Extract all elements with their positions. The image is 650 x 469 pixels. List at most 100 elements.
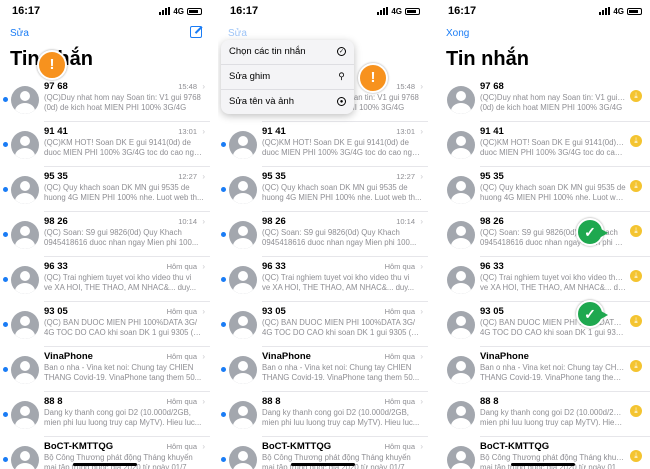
- menu-item-edit-pins[interactable]: Sửa ghim ⚲: [221, 65, 354, 90]
- message-row[interactable]: 98 26 10:14 › (QC) Soan: S9 gui 9826(0d) Qu…: [0, 215, 210, 260]
- message-preview-line: THANG Covid-19. VinaPhone tang them 50..…: [480, 373, 626, 382]
- row-divider: [44, 436, 210, 437]
- pin-toggle-icon[interactable]: ⤓: [630, 315, 642, 327]
- pin-toggle-icon[interactable]: ⤓: [630, 180, 642, 192]
- edit-button[interactable]: Sửa: [10, 28, 29, 39]
- message-row[interactable]: 88 8 Hôm qua › Dang ky thanh cong goi D2 (1…: [0, 395, 210, 440]
- status-time: 16:17: [448, 5, 477, 17]
- message-row[interactable]: 95 35 12:27 › (QC) Quy khach soan DK MN gui…: [0, 170, 210, 215]
- warning-icon: !: [358, 63, 388, 93]
- row-divider: [262, 121, 428, 122]
- status-bar: 16:17 4G: [218, 0, 428, 22]
- message-time: 10:14: [396, 217, 415, 226]
- home-indicator: [73, 463, 137, 466]
- unread-dot-icon: [3, 367, 8, 372]
- chevron-right-icon: ›: [420, 352, 423, 361]
- message-row[interactable]: 96 33 Hôm qua › (QC) Trai nghiem tuyet voi …: [0, 260, 210, 305]
- pin-toggle-icon[interactable]: ⤓: [630, 225, 642, 237]
- avatar-icon: [447, 311, 475, 339]
- message-preview: Bộ Công Thương phát động Tháng khuyến mại…: [44, 453, 204, 469]
- unread-dot-icon: [3, 322, 8, 327]
- message-row[interactable]: 93 05 Hôm qua › (QC) BAN DUOC MIEN PHI 100%…: [0, 305, 210, 350]
- message-sender: 98 26: [262, 216, 286, 227]
- message-preview-line: (QC)KM HOT! Soan DK E gui 9141(0d) de: [44, 138, 191, 147]
- compose-icon[interactable]: [190, 26, 202, 38]
- message-row[interactable]: 96 33 ⤓ (QC) Trai nghiem tuyet voi kho vid…: [436, 260, 650, 305]
- message-row[interactable]: 97 68 ⤓ (QC)Duy nhat hom nay Soan tin: V1 …: [436, 80, 650, 125]
- message-time: Hôm qua: [384, 442, 415, 451]
- message-sender: 98 26: [44, 216, 68, 227]
- menu-item-select-messages[interactable]: Chọn các tin nhắn ✓: [221, 40, 354, 65]
- message-row[interactable]: 88 8 ⤓ Dang ky thanh cong goi D2 (10.000d/…: [436, 395, 650, 440]
- message-sender: BoCT-KMTTQG: [262, 441, 332, 452]
- message-sender: 96 33: [44, 261, 68, 272]
- menu-item-label: Chọn các tin nhắn: [229, 46, 306, 57]
- message-preview-line: duoc MIEN PHI 100% 3G/4G toc do cao nga.…: [262, 148, 422, 157]
- message-row[interactable]: 91 41 13:01 › (QC)KM HOT! Soan DK E gui 914…: [0, 125, 210, 170]
- pin-toggle-icon[interactable]: ⤓: [630, 360, 642, 372]
- unread-dot-icon: [3, 232, 8, 237]
- chevron-right-icon: ›: [202, 307, 205, 316]
- menu-item-edit-name-photo[interactable]: Sửa tên và ảnh ●: [221, 90, 354, 114]
- message-list: 97 68 ⤓ (QC)Duy nhat hom nay Soan tin: V1 …: [436, 80, 650, 469]
- message-preview-line: mien phi luu luong truy cap MyTV). Hieu …: [480, 418, 626, 427]
- chevron-right-icon: ›: [202, 82, 205, 91]
- home-indicator: [291, 463, 355, 466]
- row-divider: [44, 256, 210, 257]
- message-row[interactable]: 95 35 12:27 › (QC) Quy khach soan DK MN gui…: [218, 170, 428, 215]
- avatar-icon: [229, 131, 257, 159]
- message-preview-line: huong 4G MIEN PHI 100% nhe. Luot web th.…: [262, 193, 422, 202]
- message-time: 15:48: [178, 82, 197, 91]
- pin-toggle-icon[interactable]: ⤓: [630, 135, 642, 147]
- message-preview-line: 4G TOC DO CAO khi soan DK 1 gui 9305 (0.…: [262, 328, 422, 337]
- edit-context-menu: Chọn các tin nhắn ✓ Sửa ghim ⚲ Sửa tên v…: [221, 40, 354, 114]
- message-row[interactable]: 91 41 ⤓ (QC)KM HOT! Soan DK E gui 9141(0d)…: [436, 125, 650, 170]
- message-row[interactable]: VinaPhone ⤓ Ban o nha - Vina ket noi: Chun…: [436, 350, 650, 395]
- message-row[interactable]: 88 8 Hôm qua › Dang ky thanh cong goi D2 (1…: [218, 395, 428, 440]
- message-preview-line: (QC)KM HOT! Soan DK E gui 9141(0d) de: [480, 138, 626, 147]
- message-time: Hôm qua: [166, 442, 197, 451]
- message-preview: Dang ky thanh cong goi D2 (10.000d/2GB, m…: [44, 408, 204, 428]
- row-divider: [262, 166, 428, 167]
- message-row[interactable]: 98 26 10:14 › (QC) Soan: S9 gui 9826(0d) Qu…: [218, 215, 428, 260]
- message-preview-line: Ban o nha - Vina ket noi: Chung tay CHIE…: [44, 363, 194, 372]
- message-preview: Ban o nha - Vina ket noi: Chung tay CHIE…: [480, 363, 626, 383]
- row-divider: [262, 301, 428, 302]
- avatar-icon: [11, 131, 39, 159]
- message-preview: (QC)Duy nhat hom nay Soan tin: V1 gui 97…: [480, 93, 626, 113]
- row-divider: [480, 301, 650, 302]
- message-row[interactable]: 93 05 ⤓ (QC) BAN DUOC MIEN PHI 100%DATA 3G…: [436, 305, 650, 350]
- avatar-icon: [11, 176, 39, 204]
- message-row[interactable]: VinaPhone Hôm qua › Ban o nha - Vina ket no…: [0, 350, 210, 395]
- message-row[interactable]: 96 33 Hôm qua › (QC) Trai nghiem tuyet voi …: [218, 260, 428, 305]
- network-label: 4G: [391, 6, 402, 16]
- message-sender: 91 41: [262, 126, 286, 137]
- pin-toggle-icon[interactable]: ⤓: [630, 270, 642, 282]
- message-row[interactable]: 98 26 ⤓ (QC) Soan: S9 gui 9826(0d) Quy Kha…: [436, 215, 650, 260]
- message-row[interactable]: VinaPhone Hôm qua › Ban o nha - Vina ket no…: [218, 350, 428, 395]
- chevron-right-icon: ›: [420, 442, 423, 451]
- done-button[interactable]: Xong: [446, 28, 469, 39]
- message-preview-line: (QC) Trai nghiem tuyet voi kho video thu…: [262, 273, 410, 282]
- pin-toggle-icon[interactable]: ⤓: [630, 405, 642, 417]
- avatar-icon: [447, 176, 475, 204]
- unread-dot-icon: [3, 142, 8, 147]
- message-preview: (QC) BAN DUOC MIEN PHI 100%DATA 3G/4G TO…: [480, 318, 626, 338]
- message-preview-line: huong 4G MIEN PHI 100% nhe. Luot web th.…: [480, 193, 626, 202]
- message-row[interactable]: 95 35 ⤓ (QC) Quy khach soan DK MN gui 9535…: [436, 170, 650, 215]
- message-row[interactable]: 91 41 13:01 › (QC)KM HOT! Soan DK E gui 914…: [218, 125, 428, 170]
- avatar-icon: [11, 356, 39, 384]
- message-preview: (QC) Quy khach soan DK MN gui 9535 de huo…: [44, 183, 204, 203]
- network-label: 4G: [173, 6, 184, 16]
- chevron-right-icon: ›: [202, 217, 205, 226]
- row-divider: [44, 391, 210, 392]
- checkmark-circle-icon: ✓: [337, 47, 346, 56]
- row-divider: [480, 166, 650, 167]
- edit-button[interactable]: Sửa: [228, 28, 247, 39]
- message-sender: 91 41: [480, 126, 504, 137]
- message-row[interactable]: 93 05 Hôm qua › (QC) BAN DUOC MIEN PHI 100%…: [218, 305, 428, 350]
- pin-toggle-icon[interactable]: ⤓: [630, 450, 642, 462]
- avatar-icon: [229, 446, 257, 469]
- message-row[interactable]: 97 68 15:48 ›(QC)Duy nhat hom nay Soan tin…: [0, 80, 210, 125]
- pin-toggle-icon[interactable]: ⤓: [630, 90, 642, 102]
